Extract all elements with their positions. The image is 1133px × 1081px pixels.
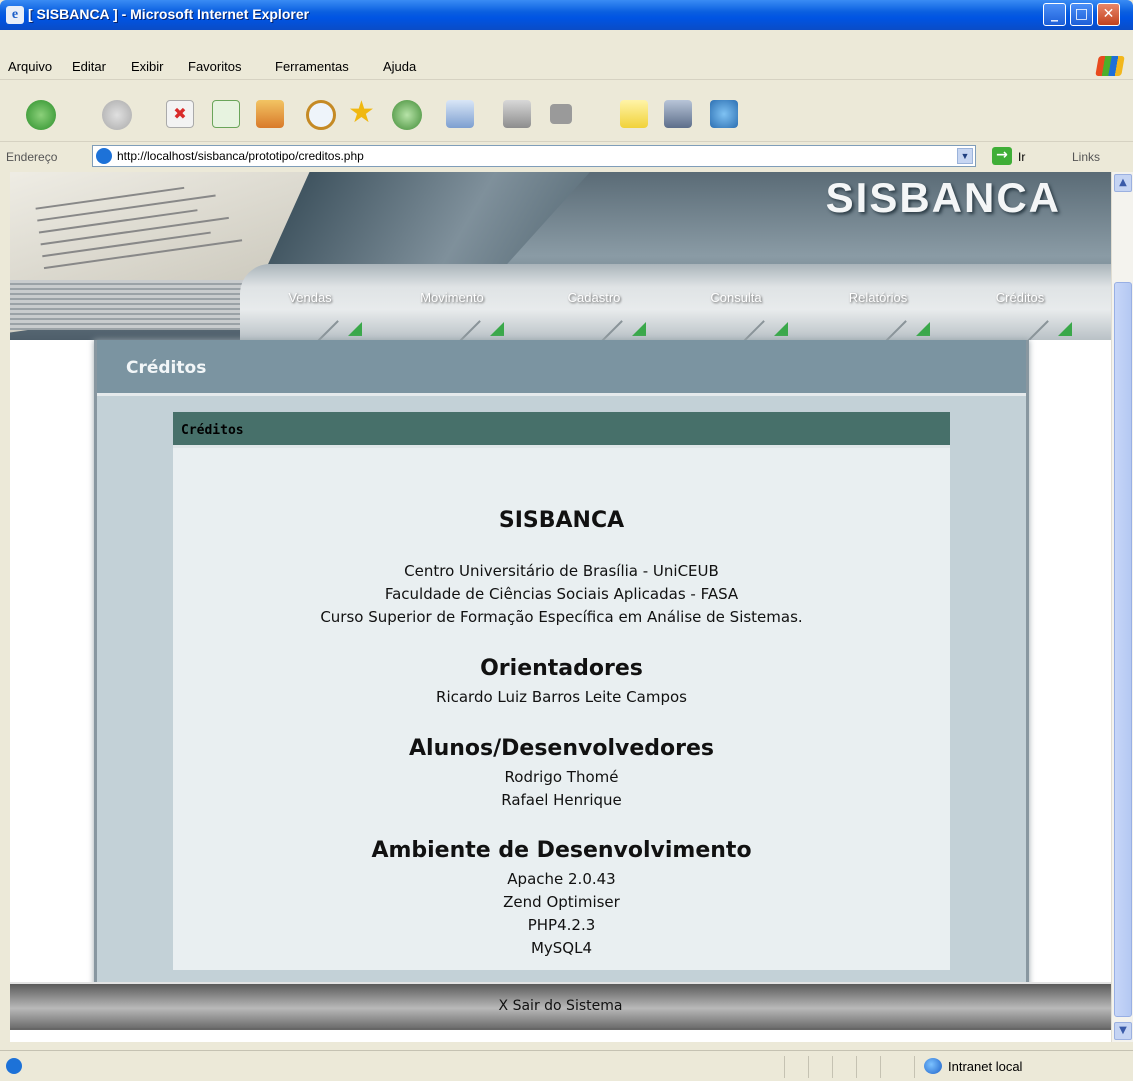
env-item: MySQL4 <box>530 939 593 957</box>
institution-line: Curso Superior de Formação Específica em… <box>320 608 803 626</box>
scroll-up-icon[interactable]: ▲ <box>1114 174 1132 192</box>
institution-line: Faculdade de Ciências Sociais Aplicadas … <box>384 585 739 603</box>
brand-logo: SISBANCA <box>825 174 1061 221</box>
banner: SISBANCA Vendas Movimento Cadastro Consu… <box>10 172 1111 340</box>
home-icon[interactable] <box>256 100 284 128</box>
card-header: Créditos <box>173 412 950 448</box>
ie-icon: e <box>6 6 24 24</box>
research-icon[interactable] <box>664 100 692 128</box>
nav-cadastro[interactable]: Cadastro <box>524 264 664 340</box>
maximize-button[interactable]: □ <box>1070 3 1093 26</box>
go-button[interactable]: Ir <box>1018 150 1025 164</box>
menu-ferramentas[interactable]: Ferramentas <box>275 59 349 74</box>
forward-icon[interactable] <box>102 100 132 130</box>
security-zone-label: Intranet local <box>948 1059 1023 1074</box>
menu-bar: Arquivo Editar Exibir Favoritos Ferramen… <box>0 52 1133 80</box>
env-item: PHP4.2.3 <box>527 916 596 934</box>
students-heading: Alunos/Desenvolvedores <box>409 736 714 761</box>
favorites-icon[interactable]: ★ <box>348 98 376 128</box>
nav-movimento[interactable]: Movimento <box>382 264 522 340</box>
page-header: Créditos <box>97 340 1026 396</box>
footer-bar: X Sair do Sistema <box>10 982 1111 1028</box>
windows-logo-icon <box>1095 56 1125 76</box>
intranet-zone-icon <box>924 1058 942 1074</box>
history-icon[interactable] <box>392 100 422 130</box>
discuss-icon[interactable] <box>620 100 648 128</box>
toolbar: ✖ ★ <box>0 82 1133 142</box>
address-url[interactable]: http://localhost/sisbanca/prototipo/cred… <box>117 149 364 163</box>
student-name: Rafael Henrique <box>501 791 622 809</box>
browser-window: e [ SISBANCA ] - Microsoft Internet Expl… <box>0 0 1133 1081</box>
address-dropdown-icon[interactable]: ▼ <box>957 148 973 164</box>
page-icon <box>96 148 112 164</box>
menu-favoritos[interactable]: Favoritos <box>188 59 241 74</box>
banner-stripes <box>10 280 250 330</box>
app-name: SISBANCA <box>498 508 625 533</box>
nav-vendas[interactable]: Vendas <box>240 264 380 340</box>
nav-consulta[interactable]: Consulta <box>666 264 806 340</box>
menu-exibir[interactable]: Exibir <box>131 59 164 74</box>
back-icon[interactable] <box>26 100 56 130</box>
institution-line: Centro Universitário de Brasília - UniCE… <box>404 562 719 580</box>
env-item: Apache 2.0.43 <box>507 870 616 888</box>
logout-link[interactable]: X Sair do Sistema <box>10 998 1111 1014</box>
advisors-heading: Orientadores <box>480 656 643 681</box>
nav-relatorios[interactable]: Relatórios <box>808 264 948 340</box>
links-button[interactable]: Links <box>1072 150 1100 164</box>
nav-creditos[interactable]: Créditos <box>950 264 1090 340</box>
page-viewport: SISBANCA Vendas Movimento Cadastro Consu… <box>10 172 1111 1042</box>
menu-editar[interactable]: Editar <box>72 59 106 74</box>
footer-strip <box>10 1028 1111 1042</box>
stop-icon[interactable]: ✖ <box>166 100 194 128</box>
close-button[interactable]: ✕ <box>1097 3 1120 26</box>
vertical-scrollbar[interactable]: ▲ ▼ <box>1111 172 1133 1042</box>
main-nav: Vendas Movimento Cadastro Consulta Relat… <box>240 264 1111 340</box>
advisor-name: Ricardo Luiz Barros Leite Campos <box>436 688 687 706</box>
messenger-icon[interactable] <box>710 100 738 128</box>
address-input[interactable]: http://localhost/sisbanca/prototipo/cred… <box>92 145 976 167</box>
content-panel: Créditos Créditos SISBANCA Centro Univer… <box>94 340 1029 1030</box>
go-arrow-icon[interactable]: → <box>992 147 1012 165</box>
scroll-down-icon[interactable]: ▼ <box>1114 1022 1132 1040</box>
credits-card: Créditos SISBANCA Centro Universitário d… <box>173 412 950 970</box>
status-bar: Intranet local <box>0 1050 1133 1081</box>
address-label: Endereço <box>6 150 58 164</box>
student-name: Rodrigo Thomé <box>504 768 619 786</box>
env-item: Zend Optimiser <box>503 893 620 911</box>
title-bar[interactable]: e [ SISBANCA ] - Microsoft Internet Expl… <box>0 0 1133 30</box>
window-title: [ SISBANCA ] - Microsoft Internet Explor… <box>28 6 310 22</box>
env-heading: Ambiente de Desenvolvimento <box>371 838 752 863</box>
menu-arquivo[interactable]: Arquivo <box>8 59 52 74</box>
scroll-thumb[interactable] <box>1114 282 1132 1017</box>
menu-ajuda[interactable]: Ajuda <box>383 59 416 74</box>
refresh-icon[interactable] <box>212 100 240 128</box>
card-title: Créditos <box>181 423 244 438</box>
edit-icon[interactable] <box>550 104 572 124</box>
minimize-button[interactable]: _ <box>1043 3 1066 26</box>
status-page-icon <box>6 1058 22 1074</box>
print-icon[interactable] <box>503 100 531 128</box>
page-title: Créditos <box>126 358 207 378</box>
search-icon[interactable] <box>306 100 336 130</box>
mail-icon[interactable] <box>446 100 474 128</box>
address-bar: Endereço http://localhost/sisbanca/proto… <box>0 142 1133 170</box>
